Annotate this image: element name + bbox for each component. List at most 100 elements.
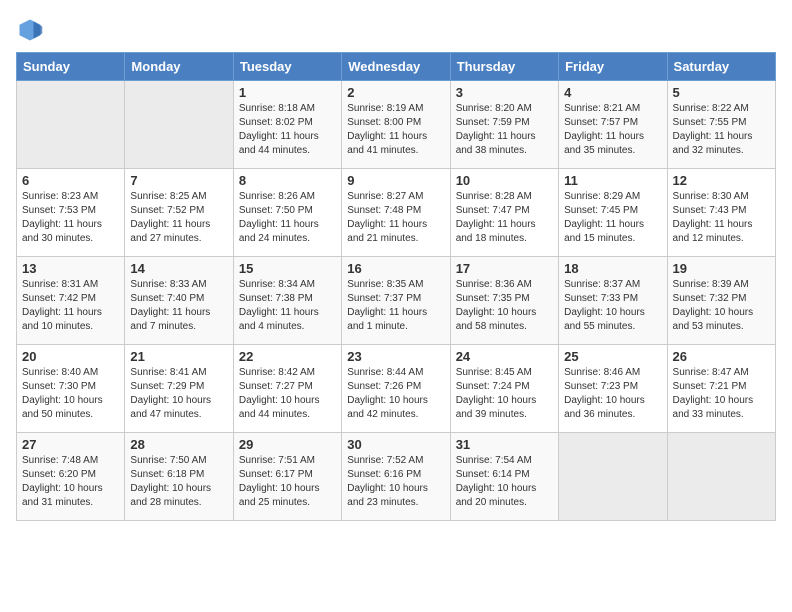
calendar-cell: 19 Sunrise: 8:39 AM Sunset: 7:32 PM Dayli… [667, 257, 775, 345]
day-info: Sunrise: 8:21 AM Sunset: 7:57 PM Dayligh… [564, 102, 661, 158]
day-info: Sunrise: 8:31 AM Sunset: 7:42 PM Dayligh… [22, 278, 119, 334]
day-number: 14 [130, 261, 227, 276]
day-number: 7 [130, 173, 227, 188]
day-number: 5 [673, 85, 770, 100]
calendar-cell: 25Sunrise: 8:46 AM Sunset: 7:23 PM Dayli… [559, 345, 667, 433]
day-number: 19 [673, 261, 770, 276]
day-number: 4 [564, 85, 661, 100]
calendar-cell: 22 Sunrise: 8:42 AM Sunset: 7:27 PM Dayli… [233, 345, 341, 433]
calendar-cell: 6 Sunrise: 8:23 AM Sunset: 7:53 PM Daylig… [17, 169, 125, 257]
weekday-header-tuesday: Tuesday [233, 53, 341, 81]
calendar-cell: 18 Sunrise: 8:37 AM Sunset: 7:33 PM Dayli… [559, 257, 667, 345]
day-number: 17 [456, 261, 553, 276]
day-number: 20 [22, 349, 119, 364]
weekday-header-sunday: Sunday [17, 53, 125, 81]
day-info: Sunrise: 8:23 AM Sunset: 7:53 PM Dayligh… [22, 190, 119, 246]
day-info: Sunrise: 7:50 AM Sunset: 6:18 PM Dayligh… [130, 454, 227, 510]
day-number: 23 [347, 349, 444, 364]
day-number: 28 [130, 437, 227, 452]
day-info: Sunrise: 8:34 AM Sunset: 7:38 PM Dayligh… [239, 278, 336, 334]
calendar-cell: 16 Sunrise: 8:35 AM Sunset: 7:37 PM Dayli… [342, 257, 450, 345]
calendar-cell: 3 Sunrise: 8:20 AM Sunset: 7:59 PM Daylig… [450, 81, 558, 169]
day-info: Sunrise: 8:35 AM Sunset: 7:37 PM Dayligh… [347, 278, 444, 334]
calendar-cell: 10Sunrise: 8:28 AM Sunset: 7:47 PM Dayli… [450, 169, 558, 257]
calendar-cell: 9 Sunrise: 8:27 AM Sunset: 7:48 PM Daylig… [342, 169, 450, 257]
day-info: Sunrise: 7:48 AM Sunset: 6:20 PM Dayligh… [22, 454, 119, 510]
day-number: 3 [456, 85, 553, 100]
day-number: 8 [239, 173, 336, 188]
day-info: Sunrise: 8:39 AM Sunset: 7:32 PM Dayligh… [673, 278, 770, 334]
day-info: Sunrise: 8:26 AM Sunset: 7:50 PM Dayligh… [239, 190, 336, 246]
calendar-cell: 24 Sunrise: 8:45 AM Sunset: 7:24 PM Dayli… [450, 345, 558, 433]
day-info: Sunrise: 8:40 AM Sunset: 7:30 PM Dayligh… [22, 366, 119, 422]
day-info: Sunrise: 8:36 AM Sunset: 7:35 PM Dayligh… [456, 278, 553, 334]
calendar-cell: 23 Sunrise: 8:44 AM Sunset: 7:26 PM Dayli… [342, 345, 450, 433]
day-number: 12 [673, 173, 770, 188]
day-number: 13 [22, 261, 119, 276]
day-number: 22 [239, 349, 336, 364]
calendar-week-row: 20 Sunrise: 8:40 AM Sunset: 7:30 PM Dayli… [17, 345, 776, 433]
day-number: 30 [347, 437, 444, 452]
day-number: 31 [456, 437, 553, 452]
day-number: 24 [456, 349, 553, 364]
calendar-week-row: 1 Sunrise: 8:18 AM Sunset: 8:02 PM Daylig… [17, 81, 776, 169]
day-info: Sunrise: 8:37 AM Sunset: 7:33 PM Dayligh… [564, 278, 661, 334]
day-number: 18 [564, 261, 661, 276]
calendar-cell: 1 Sunrise: 8:18 AM Sunset: 8:02 PM Daylig… [233, 81, 341, 169]
weekday-header-row: SundayMondayTuesdayWednesdayThursdayFrid… [17, 53, 776, 81]
calendar-cell: 17 Sunrise: 8:36 AM Sunset: 7:35 PM Dayli… [450, 257, 558, 345]
calendar-week-row: 27 Sunrise: 7:48 AM Sunset: 6:20 PM Dayli… [17, 433, 776, 521]
weekday-header-monday: Monday [125, 53, 233, 81]
calendar-cell: 2Sunrise: 8:19 AM Sunset: 8:00 PM Daylig… [342, 81, 450, 169]
calendar-cell: 28 Sunrise: 7:50 AM Sunset: 6:18 PM Dayli… [125, 433, 233, 521]
day-number: 1 [239, 85, 336, 100]
day-info: Sunrise: 8:20 AM Sunset: 7:59 PM Dayligh… [456, 102, 553, 158]
day-info: Sunrise: 7:51 AM Sunset: 6:17 PM Dayligh… [239, 454, 336, 510]
calendar-cell: 29 Sunrise: 7:51 AM Sunset: 6:17 PM Dayli… [233, 433, 341, 521]
calendar-cell: 27 Sunrise: 7:48 AM Sunset: 6:20 PM Dayli… [17, 433, 125, 521]
calendar-cell: 30 Sunrise: 7:52 AM Sunset: 6:16 PM Dayli… [342, 433, 450, 521]
calendar-cell: 13 Sunrise: 8:31 AM Sunset: 7:42 PM Dayli… [17, 257, 125, 345]
day-info: Sunrise: 8:25 AM Sunset: 7:52 PM Dayligh… [130, 190, 227, 246]
calendar-cell [17, 81, 125, 169]
calendar-cell [125, 81, 233, 169]
calendar-cell: 26Sunrise: 8:47 AM Sunset: 7:21 PM Dayli… [667, 345, 775, 433]
day-number: 29 [239, 437, 336, 452]
day-number: 21 [130, 349, 227, 364]
day-number: 15 [239, 261, 336, 276]
calendar-week-row: 6 Sunrise: 8:23 AM Sunset: 7:53 PM Daylig… [17, 169, 776, 257]
calendar-cell: 7 Sunrise: 8:25 AM Sunset: 7:52 PM Daylig… [125, 169, 233, 257]
page-header [16, 16, 776, 44]
day-number: 16 [347, 261, 444, 276]
calendar-cell [559, 433, 667, 521]
day-number: 6 [22, 173, 119, 188]
day-info: Sunrise: 8:46 AM Sunset: 7:23 PM Dayligh… [564, 366, 661, 422]
calendar-week-row: 13 Sunrise: 8:31 AM Sunset: 7:42 PM Dayli… [17, 257, 776, 345]
calendar-cell: 21Sunrise: 8:41 AM Sunset: 7:29 PM Dayli… [125, 345, 233, 433]
day-number: 11 [564, 173, 661, 188]
day-number: 2 [347, 85, 444, 100]
day-info: Sunrise: 8:42 AM Sunset: 7:27 PM Dayligh… [239, 366, 336, 422]
weekday-header-friday: Friday [559, 53, 667, 81]
day-info: Sunrise: 8:18 AM Sunset: 8:02 PM Dayligh… [239, 102, 336, 158]
calendar-cell [667, 433, 775, 521]
day-number: 27 [22, 437, 119, 452]
day-info: Sunrise: 8:28 AM Sunset: 7:47 PM Dayligh… [456, 190, 553, 246]
day-info: Sunrise: 8:44 AM Sunset: 7:26 PM Dayligh… [347, 366, 444, 422]
weekday-header-saturday: Saturday [667, 53, 775, 81]
day-info: Sunrise: 8:27 AM Sunset: 7:48 PM Dayligh… [347, 190, 444, 246]
day-info: Sunrise: 8:22 AM Sunset: 7:55 PM Dayligh… [673, 102, 770, 158]
day-number: 9 [347, 173, 444, 188]
calendar-cell: 31 Sunrise: 7:54 AM Sunset: 6:14 PM Dayli… [450, 433, 558, 521]
day-info: Sunrise: 8:30 AM Sunset: 7:43 PM Dayligh… [673, 190, 770, 246]
logo-icon [16, 16, 44, 44]
calendar-cell: 12 Sunrise: 8:30 AM Sunset: 7:43 PM Dayli… [667, 169, 775, 257]
day-info: Sunrise: 7:52 AM Sunset: 6:16 PM Dayligh… [347, 454, 444, 510]
day-info: Sunrise: 8:33 AM Sunset: 7:40 PM Dayligh… [130, 278, 227, 334]
day-info: Sunrise: 8:45 AM Sunset: 7:24 PM Dayligh… [456, 366, 553, 422]
calendar-cell: 5 Sunrise: 8:22 AM Sunset: 7:55 PM Daylig… [667, 81, 775, 169]
weekday-header-wednesday: Wednesday [342, 53, 450, 81]
weekday-header-thursday: Thursday [450, 53, 558, 81]
day-info: Sunrise: 8:47 AM Sunset: 7:21 PM Dayligh… [673, 366, 770, 422]
day-info: Sunrise: 7:54 AM Sunset: 6:14 PM Dayligh… [456, 454, 553, 510]
